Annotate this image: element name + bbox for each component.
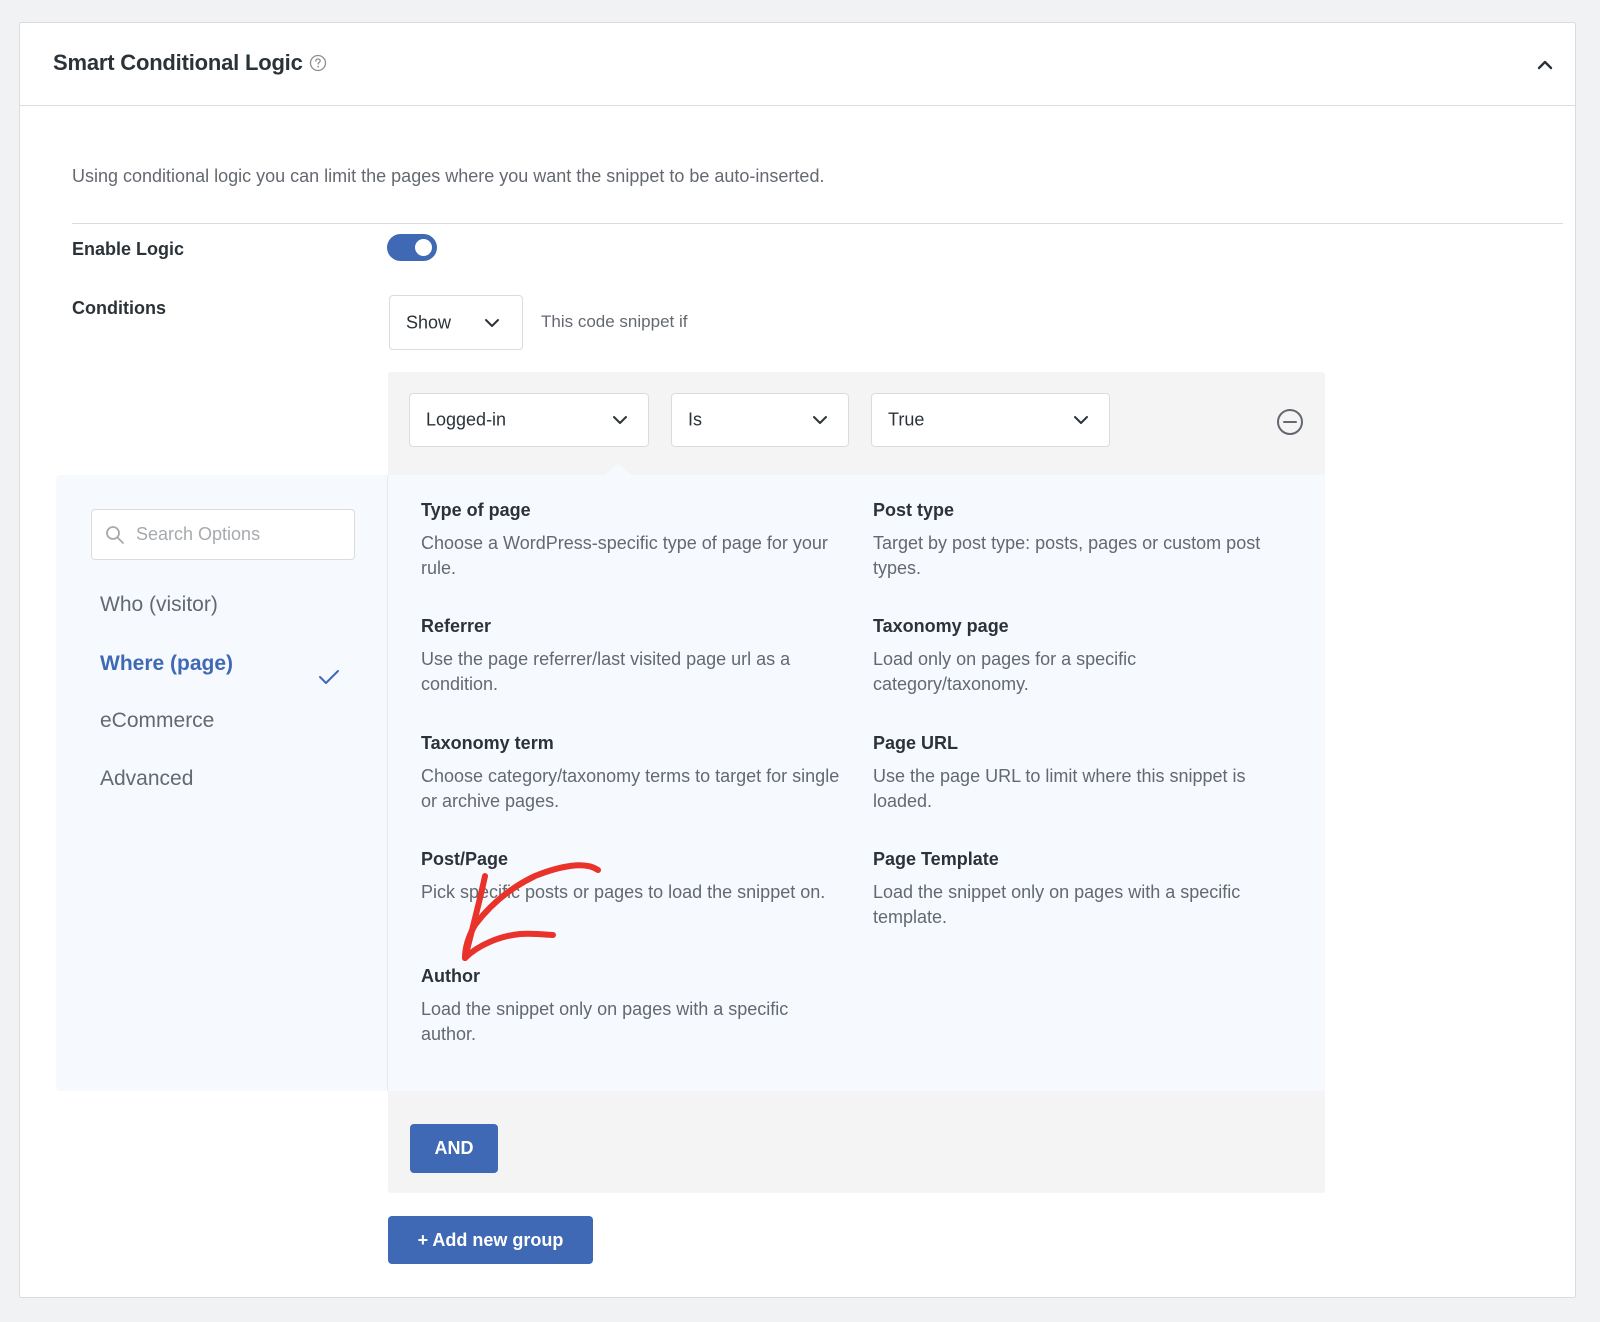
option-title: Page URL — [873, 733, 959, 753]
chevron-down-icon — [485, 318, 499, 327]
option-post-type[interactable]: Post type Target by post type: posts, pa… — [873, 500, 1293, 581]
option-desc: Load the snippet only on pages with a sp… — [421, 999, 789, 1044]
chevron-down-icon — [1074, 416, 1088, 424]
description: Using conditional logic you can limit th… — [72, 166, 825, 186]
rule-value-select[interactable]: True — [871, 393, 1110, 447]
option-title: Taxonomy term — [421, 733, 554, 753]
option-desc: Use the page URL to limit where this sni… — [873, 766, 1246, 811]
rule-operator-select[interactable]: Is — [671, 393, 849, 447]
option-desc: Choose category/taxonomy terms to target… — [421, 766, 840, 811]
category-ecommerce[interactable]: eCommerce — [100, 709, 214, 733]
minus-circle-icon[interactable] — [1276, 408, 1304, 436]
option-desc: Choose a WordPress-specific type of page… — [421, 533, 828, 578]
option-referrer[interactable]: Referrer Use the page referrer/last visi… — [421, 616, 841, 697]
option-post-page[interactable]: Post/Page Pick specific posts or pages t… — [421, 849, 841, 905]
option-desc: Use the page referrer/last visited page … — [421, 649, 791, 694]
option-taxonomy-term[interactable]: Taxonomy term Choose category/taxonomy t… — [421, 733, 841, 814]
category-where-page[interactable]: Where (page) — [100, 652, 233, 676]
option-page-url[interactable]: Page URL Use the page URL to limit where… — [873, 733, 1293, 814]
helper-text: This code snippet if — [541, 312, 688, 331]
option-desc: Load the snippet only on pages with a sp… — [873, 882, 1241, 927]
option-page-template[interactable]: Page Template Load the snippet only on p… — [873, 849, 1293, 930]
card-header[interactable]: Smart Conditional Logic — [20, 23, 1575, 106]
check-icon — [319, 670, 339, 684]
show-hide-value: Show — [406, 312, 452, 332]
question-circle-icon[interactable] — [309, 54, 327, 72]
option-title: Referrer — [421, 616, 492, 636]
option-type-of-page[interactable]: Type of page Choose a WordPress-specific… — [421, 500, 841, 581]
divider — [72, 223, 1563, 224]
add-new-group-button[interactable]: + Add new group — [388, 1216, 593, 1264]
option-taxonomy-page[interactable]: Taxonomy page Load only on pages for a s… — [873, 616, 1293, 697]
option-author[interactable]: Author Load the snippet only on pages wi… — [421, 966, 841, 1047]
card-title: Smart Conditional Logic — [53, 50, 303, 75]
chevron-up-icon[interactable] — [1535, 55, 1555, 75]
option-title: Page Template — [873, 849, 999, 869]
option-title: Author — [421, 966, 480, 986]
options-dropdown: Who (visitor) Where (page) eCommerce Adv… — [56, 475, 1325, 1091]
chevron-down-icon — [613, 416, 627, 424]
enable-logic-label: Enable Logic — [72, 239, 185, 259]
rule-field-value: Logged-in — [426, 409, 507, 430]
option-desc: Load only on pages for a specific catego… — [873, 649, 1137, 694]
category-advanced[interactable]: Advanced — [100, 767, 193, 791]
dropdown-caret — [605, 463, 631, 475]
search-options-field[interactable] — [91, 509, 355, 560]
option-desc: Pick specific posts or pages to load the… — [421, 882, 826, 902]
search-icon — [106, 526, 124, 544]
chevron-down-icon — [813, 416, 827, 424]
rule-value-value: True — [888, 409, 925, 430]
option-title: Post type — [873, 500, 955, 520]
option-desc: Target by post type: posts, pages or cus… — [873, 533, 1261, 578]
enable-logic-toggle[interactable] — [387, 234, 437, 261]
dropdown-sidebar: Who (visitor) Where (page) eCommerce Adv… — [56, 475, 388, 1091]
conditions-label: Conditions — [72, 298, 166, 318]
option-title: Taxonomy page — [873, 616, 1009, 636]
toggle-knob — [415, 239, 432, 256]
option-title: Post/Page — [421, 849, 509, 869]
option-title: Type of page — [421, 500, 531, 520]
search-options-input[interactable] — [136, 510, 346, 559]
rule-field-select[interactable]: Logged-in — [409, 393, 649, 447]
and-button[interactable]: AND — [410, 1124, 498, 1173]
show-hide-select[interactable]: Show — [389, 295, 523, 350]
category-who-visitor[interactable]: Who (visitor) — [100, 593, 218, 617]
rule-operator-value: Is — [688, 409, 703, 430]
